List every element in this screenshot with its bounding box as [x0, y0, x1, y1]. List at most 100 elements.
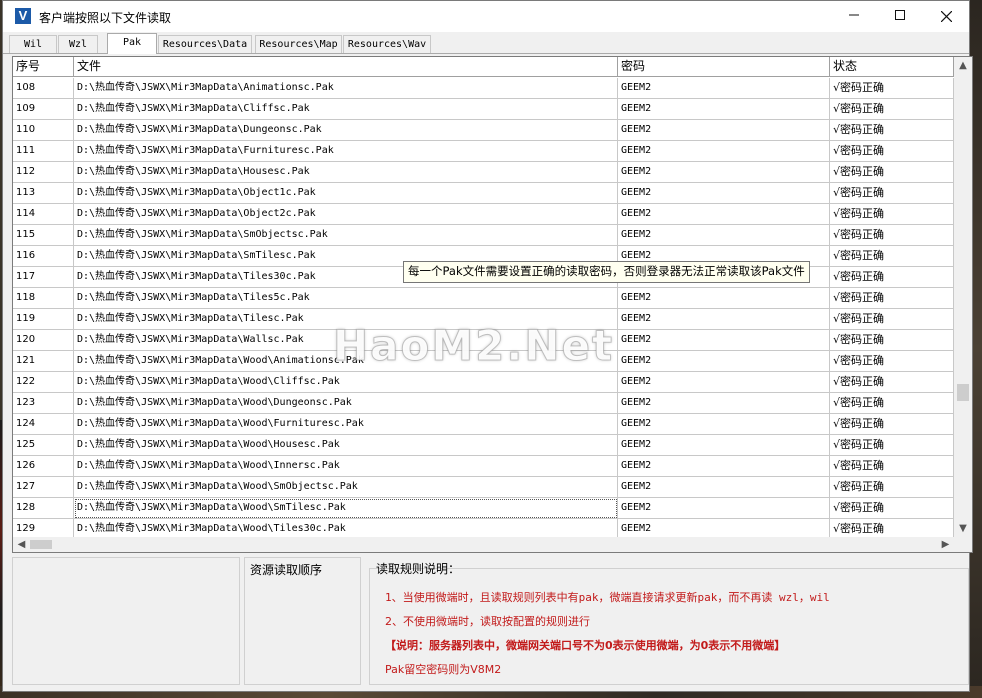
- row-password[interactable]: GEEM2: [618, 435, 830, 456]
- table-row[interactable]: 123 D:\热血传奇\JSWX\Mir3MapData\Wood\Dungeon…: [13, 393, 954, 414]
- column-header-password[interactable]: 密码: [618, 57, 830, 77]
- row-password[interactable]: GEEM2: [618, 183, 830, 204]
- table-row[interactable]: 122 D:\热血传奇\JSWX\Mir3MapData\Wood\Cliffsc…: [13, 372, 954, 393]
- row-status[interactable]: √密码正确: [830, 78, 954, 99]
- row-file-path[interactable]: D:\热血传奇\JSWX\Mir3MapData\Tiles5c.Pak: [74, 288, 618, 309]
- table-row[interactable]: 127 D:\热血传奇\JSWX\Mir3MapData\Wood\SmObjec…: [13, 477, 954, 498]
- file-grid[interactable]: 序号 文件 密码 状态 108 D:\热血传奇\JSWX\Mir3MapData\…: [12, 56, 973, 553]
- table-row[interactable]: 113 D:\热血传奇\JSWX\Mir3MapData\Object1c.Pak…: [13, 183, 954, 204]
- table-row[interactable]: 115 D:\热血传奇\JSWX\Mir3MapData\SmObjectsc.P…: [13, 225, 954, 246]
- row-password[interactable]: GEEM2: [618, 456, 830, 477]
- row-status[interactable]: √密码正确: [830, 414, 954, 435]
- table-row[interactable]: 124 D:\热血传奇\JSWX\Mir3MapData\Wood\Furnitu…: [13, 414, 954, 435]
- row-index[interactable]: 128: [13, 498, 74, 519]
- title-bar[interactable]: V 客户端按照以下文件读取: [3, 1, 969, 32]
- row-file-path[interactable]: D:\热血传奇\JSWX\Mir3MapData\Furnituresc.Pak: [74, 141, 618, 162]
- row-index[interactable]: 119: [13, 309, 74, 330]
- row-password[interactable]: GEEM2: [618, 204, 830, 225]
- row-index[interactable]: 121: [13, 351, 74, 372]
- scroll-right-icon[interactable]: ▶: [937, 537, 954, 552]
- table-row[interactable]: 108 D:\热血传奇\JSWX\Mir3MapData\Animationsc.…: [13, 78, 954, 99]
- row-index[interactable]: 120: [13, 330, 74, 351]
- scroll-down-icon[interactable]: ▼: [954, 520, 972, 537]
- row-status[interactable]: √密码正确: [830, 225, 954, 246]
- row-file-path[interactable]: D:\热血传奇\JSWX\Mir3MapData\Cliffsc.Pak: [74, 99, 618, 120]
- row-password[interactable]: GEEM2: [618, 99, 830, 120]
- row-file-path[interactable]: D:\热血传奇\JSWX\Mir3MapData\Dungeonsc.Pak: [74, 120, 618, 141]
- row-status[interactable]: √密码正确: [830, 204, 954, 225]
- tab-wil[interactable]: Wil: [9, 35, 57, 53]
- row-password[interactable]: GEEM2: [618, 225, 830, 246]
- scroll-up-icon[interactable]: ▲: [954, 57, 972, 74]
- row-file-path[interactable]: D:\热血传奇\JSWX\Mir3MapData\Wood\SmObjectsc…: [74, 477, 618, 498]
- row-index[interactable]: 109: [13, 99, 74, 120]
- row-status[interactable]: √密码正确: [830, 498, 954, 519]
- tab-pak[interactable]: Pak: [107, 33, 157, 54]
- vertical-scrollbar[interactable]: ▲ ▼: [954, 57, 972, 537]
- row-index[interactable]: 118: [13, 288, 74, 309]
- row-password[interactable]: GEEM2: [618, 351, 830, 372]
- row-index[interactable]: 123: [13, 393, 74, 414]
- row-password[interactable]: GEEM2: [618, 120, 830, 141]
- row-index[interactable]: 127: [13, 477, 74, 498]
- row-file-path[interactable]: D:\热血传奇\JSWX\Mir3MapData\Wood\Cliffsc.Pa…: [74, 372, 618, 393]
- row-status[interactable]: √密码正确: [830, 99, 954, 120]
- vertical-scroll-thumb[interactable]: [957, 384, 969, 401]
- row-file-path[interactable]: D:\热血传奇\JSWX\Mir3MapData\SmObjectsc.Pak: [74, 225, 618, 246]
- row-file-path[interactable]: D:\热血传奇\JSWX\Mir3MapData\Wood\Furnitures…: [74, 414, 618, 435]
- row-index[interactable]: 115: [13, 225, 74, 246]
- row-file-path[interactable]: D:\热血传奇\JSWX\Mir3MapData\Wood\Housesc.Pa…: [74, 435, 618, 456]
- row-status[interactable]: √密码正确: [830, 477, 954, 498]
- tab-resources-map[interactable]: Resources\Map: [255, 35, 342, 53]
- table-row[interactable]: 118 D:\热血传奇\JSWX\Mir3MapData\Tiles5c.Pak G…: [13, 288, 954, 309]
- table-row[interactable]: 110 D:\热血传奇\JSWX\Mir3MapData\Dungeonsc.Pa…: [13, 120, 954, 141]
- row-status[interactable]: √密码正确: [830, 435, 954, 456]
- row-status[interactable]: √密码正确: [830, 351, 954, 372]
- row-index[interactable]: 113: [13, 183, 74, 204]
- row-file-path[interactable]: D:\热血传奇\JSWX\Mir3MapData\Object1c.Pak: [74, 183, 618, 204]
- close-button[interactable]: [923, 1, 969, 32]
- row-index[interactable]: 125: [13, 435, 74, 456]
- row-index[interactable]: 126: [13, 456, 74, 477]
- row-password[interactable]: GEEM2: [618, 372, 830, 393]
- row-status[interactable]: √密码正确: [830, 288, 954, 309]
- tab-resources-data[interactable]: Resources\Data: [158, 35, 252, 53]
- row-index[interactable]: 124: [13, 414, 74, 435]
- row-index[interactable]: 111: [13, 141, 74, 162]
- row-status[interactable]: √密码正确: [830, 330, 954, 351]
- row-status[interactable]: √密码正确: [830, 246, 954, 267]
- row-file-path[interactable]: D:\热血传奇\JSWX\Mir3MapData\Object2c.Pak: [74, 204, 618, 225]
- row-file-path[interactable]: D:\热血传奇\JSWX\Mir3MapData\Animationsc.Pak: [74, 78, 618, 99]
- row-password[interactable]: GEEM2: [618, 162, 830, 183]
- row-index[interactable]: 110: [13, 120, 74, 141]
- row-status[interactable]: √密码正确: [830, 309, 954, 330]
- table-row[interactable]: 125 D:\热血传奇\JSWX\Mir3MapData\Wood\Housesc…: [13, 435, 954, 456]
- row-index[interactable]: 117: [13, 267, 74, 288]
- row-password[interactable]: GEEM2: [618, 330, 830, 351]
- horizontal-scrollbar[interactable]: ◀ ▶: [13, 537, 954, 552]
- row-status[interactable]: √密码正确: [830, 393, 954, 414]
- row-index[interactable]: 122: [13, 372, 74, 393]
- row-status[interactable]: √密码正确: [830, 183, 954, 204]
- row-status[interactable]: √密码正确: [830, 120, 954, 141]
- table-row[interactable]: 111 D:\热血传奇\JSWX\Mir3MapData\Furnituresc.…: [13, 141, 954, 162]
- row-status[interactable]: √密码正确: [830, 267, 954, 288]
- row-index[interactable]: 116: [13, 246, 74, 267]
- row-status[interactable]: √密码正确: [830, 456, 954, 477]
- minimize-button[interactable]: [831, 1, 877, 32]
- row-file-path[interactable]: D:\热血传奇\JSWX\Mir3MapData\Wood\Dungeonsc.…: [74, 393, 618, 414]
- row-status[interactable]: √密码正确: [830, 372, 954, 393]
- table-row[interactable]: 109 D:\热血传奇\JSWX\Mir3MapData\Cliffsc.Pak G…: [13, 99, 954, 120]
- row-status[interactable]: √密码正确: [830, 162, 954, 183]
- row-password[interactable]: GEEM2: [618, 309, 830, 330]
- row-file-path[interactable]: D:\热血传奇\JSWX\Mir3MapData\Wood\SmTilesc.P…: [74, 498, 618, 519]
- column-header-index[interactable]: 序号: [13, 57, 74, 77]
- row-password[interactable]: GEEM2: [618, 78, 830, 99]
- horizontal-scroll-thumb[interactable]: [30, 540, 52, 549]
- row-password[interactable]: GEEM2: [618, 477, 830, 498]
- row-file-path[interactable]: D:\热血传奇\JSWX\Mir3MapData\Housesc.Pak: [74, 162, 618, 183]
- row-index[interactable]: 108: [13, 78, 74, 99]
- row-password[interactable]: GEEM2: [618, 141, 830, 162]
- tab-wzl[interactable]: Wzl: [58, 35, 98, 53]
- table-row[interactable]: 112 D:\热血传奇\JSWX\Mir3MapData\Housesc.Pak G…: [13, 162, 954, 183]
